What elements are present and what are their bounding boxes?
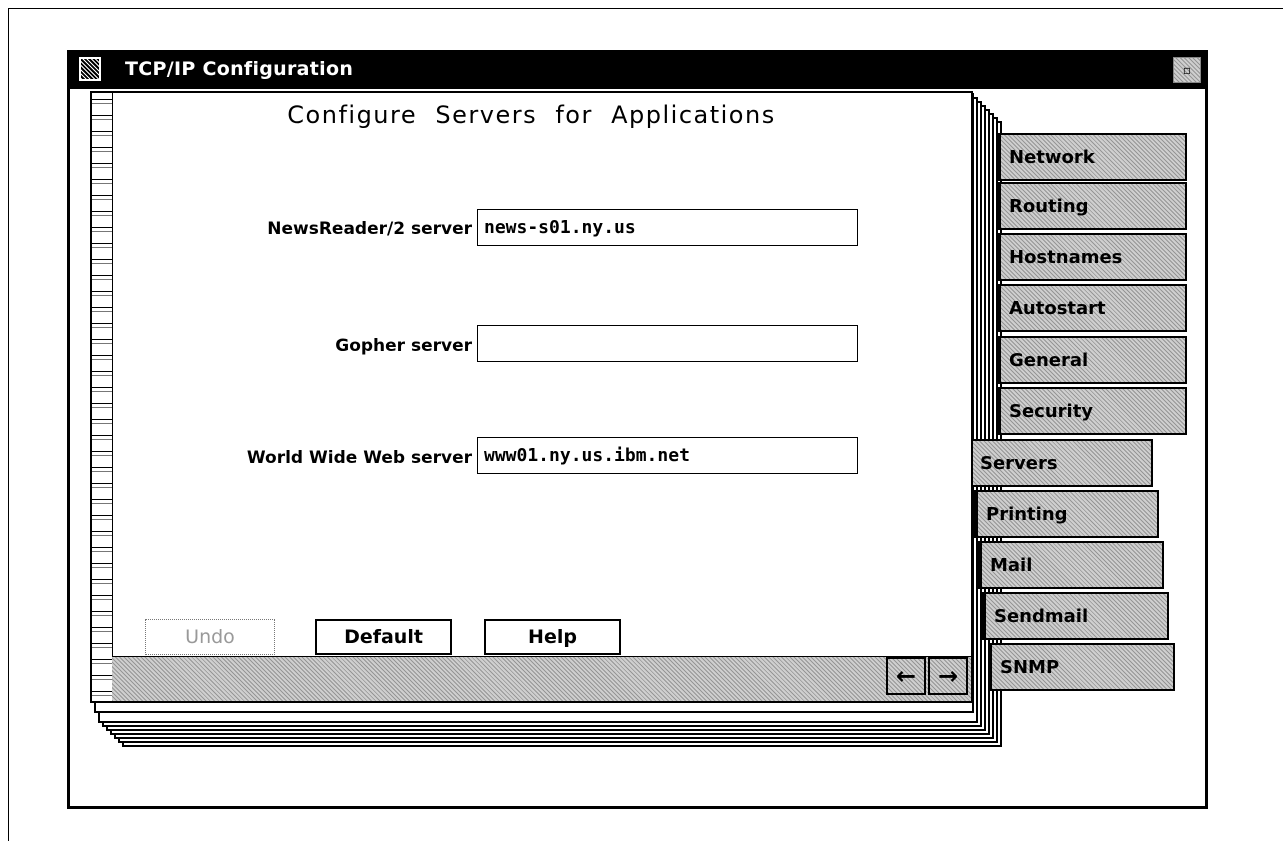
tab-sendmail-label: Sendmail: [994, 605, 1089, 627]
tab-autostart-label: Autostart: [1009, 297, 1106, 319]
newsreader-server-label: NewsReader/2 server: [267, 219, 472, 239]
arrow-left-icon: ←: [895, 662, 917, 690]
tab-servers[interactable]: Servers: [970, 439, 1153, 487]
notebook-page: Configure Servers for Applications NewsR…: [90, 91, 973, 703]
tab-mail-label: Mail: [990, 554, 1033, 576]
tab-general-label: General: [1009, 349, 1089, 371]
tab-snmp[interactable]: SNMP: [988, 643, 1175, 691]
tab-hostnames-label: Hostnames: [1009, 246, 1123, 268]
title-bar[interactable]: TCP/IP Configuration ▫: [70, 53, 1205, 89]
tab-mail[interactable]: Mail: [978, 541, 1164, 589]
www-server-input[interactable]: [477, 437, 858, 474]
system-menu-icon[interactable]: [79, 57, 101, 81]
tab-sendmail[interactable]: Sendmail: [982, 592, 1169, 640]
default-button[interactable]: Default: [315, 619, 452, 655]
page-status-area: ← →: [112, 656, 971, 701]
gopher-server-label: Gopher server: [335, 336, 472, 356]
tab-printing[interactable]: Printing: [974, 490, 1159, 538]
notebook-binding: [92, 93, 113, 701]
tab-servers-label: Servers: [980, 452, 1058, 474]
minimize-button[interactable]: ▫: [1173, 57, 1201, 83]
previous-page-button[interactable]: ←: [886, 657, 926, 695]
next-page-button[interactable]: →: [928, 657, 968, 695]
tab-general[interactable]: General: [997, 336, 1187, 384]
tab-routing[interactable]: Routing: [997, 182, 1187, 230]
tcpip-configuration-window: TCP/IP Configuration ▫ Network Routing H…: [67, 50, 1208, 809]
tab-snmp-label: SNMP: [1000, 656, 1060, 678]
tab-network-label: Network: [1009, 146, 1095, 168]
arrow-right-icon: →: [937, 662, 959, 690]
gopher-server-input[interactable]: [477, 325, 858, 362]
help-button[interactable]: Help: [484, 619, 621, 655]
tab-security[interactable]: Security: [997, 387, 1187, 435]
newsreader-server-input[interactable]: [477, 209, 858, 246]
page-title: Configure Servers for Applications: [287, 101, 776, 129]
tab-hostnames[interactable]: Hostnames: [997, 233, 1187, 281]
tab-network[interactable]: Network: [997, 133, 1187, 181]
www-server-label: World Wide Web server: [246, 448, 472, 468]
tab-printing-label: Printing: [986, 503, 1068, 525]
tab-routing-label: Routing: [1009, 195, 1089, 217]
tab-security-label: Security: [1009, 400, 1094, 422]
window-title: TCP/IP Configuration: [125, 58, 354, 80]
tab-autostart[interactable]: Autostart: [997, 284, 1187, 332]
undo-button[interactable]: Undo: [145, 619, 275, 655]
minimize-icon: ▫: [1182, 63, 1192, 77]
